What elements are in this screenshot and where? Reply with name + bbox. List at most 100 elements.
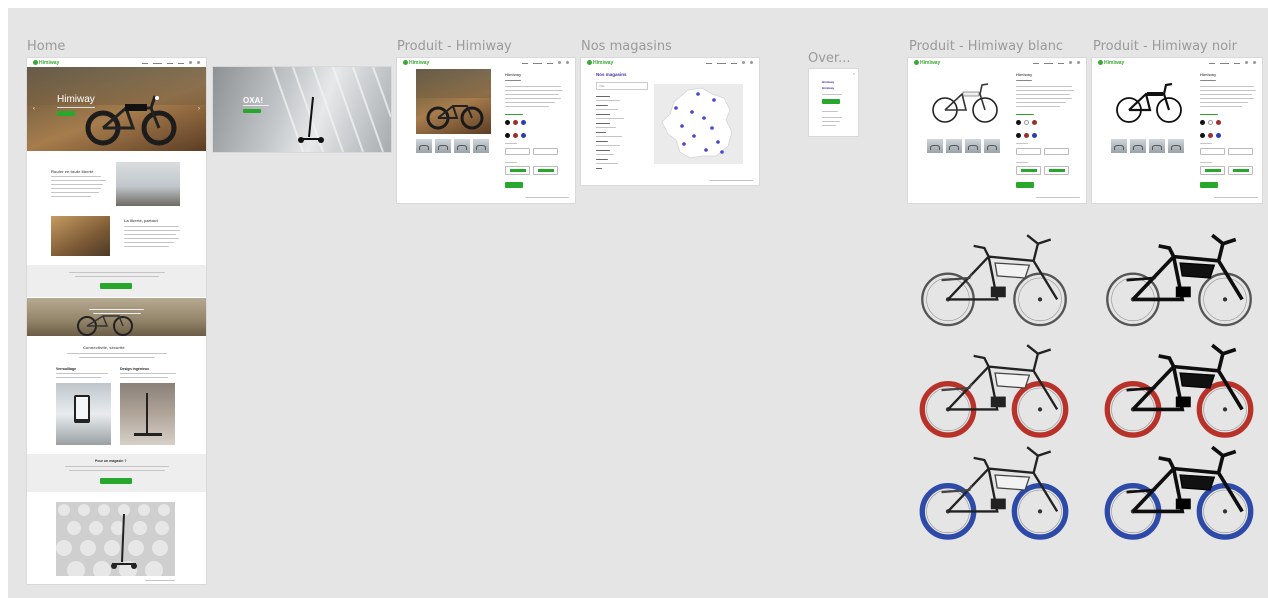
product-thumb[interactable] [454,139,470,153]
color-swatch-blue[interactable] [521,120,526,125]
quantity-option[interactable] [533,166,558,175]
close-icon[interactable]: × [853,71,855,76]
newsletter-band [27,265,206,297]
frame-produit[interactable]: Himiway ▬▬ ▬▬▬ ▬▬ Himiway [397,58,575,203]
product-thumb[interactable] [946,139,962,153]
color-swatch-red[interactable] [1216,120,1221,125]
city-search-input[interactable]: Ville [596,82,648,90]
bike-wheel-hub [1222,509,1228,514]
color-swatch-blue[interactable] [521,133,526,138]
bike-variant-black-2[interactable] [1103,440,1255,540]
france-map[interactable] [654,84,743,164]
color-swatch-black[interactable] [1200,120,1205,125]
frame-oxa[interactable]: OXA! [213,67,391,152]
color-swatch-black[interactable] [505,133,510,138]
cart-icon[interactable] [566,61,569,64]
cart-icon[interactable] [750,61,753,64]
frame-label-home[interactable]: Home [27,39,65,54]
color-swatch-blue[interactable] [1216,133,1221,138]
quantity-option[interactable] [1016,166,1041,175]
carousel-prev-icon[interactable]: ‹ [33,106,35,112]
color-swatch-red[interactable] [513,120,518,125]
quantity-option[interactable] [1228,166,1253,175]
product-thumb[interactable] [927,139,943,153]
color-swatch-red[interactable] [1024,133,1029,138]
brand-logo[interactable]: Himiway [587,60,613,66]
color-swatch-black[interactable] [1016,120,1021,125]
product-title: Himiway [1016,72,1033,77]
brand-logo[interactable]: Himiway [914,60,940,66]
add-to-cart-button[interactable] [1016,182,1034,188]
brand-logo[interactable]: Himiway [403,60,429,66]
product-thumb[interactable] [965,139,981,153]
search-icon[interactable] [1069,61,1072,64]
product-thumb[interactable] [1111,139,1127,153]
product-thumb[interactable] [473,139,489,153]
overlay-title: Himiway [822,86,835,90]
frame-label-magasins[interactable]: Nos magasins [581,39,672,54]
frame-magasins[interactable]: Himiway ▬▬ ▬▬▬ ▬▬ Nos magasins Ville [581,58,759,185]
frame-label-produit[interactable]: Produit - Himiway [397,39,512,54]
leaf-icon [587,60,592,65]
product-thumb[interactable] [435,139,451,153]
product-thumb[interactable] [1130,139,1146,153]
bike-variant-black-1[interactable] [1103,338,1255,438]
leaf-icon [914,60,919,65]
color-swatch-blue[interactable] [1032,133,1037,138]
cart-icon[interactable] [1253,61,1256,64]
color-swatch-white[interactable] [1024,120,1029,125]
size-option[interactable] [1044,148,1069,155]
brand-logo[interactable]: Himiway [1098,60,1124,66]
product-thumb[interactable] [1149,139,1165,153]
color-swatch-black[interactable] [1016,133,1021,138]
product-bike-image [426,105,484,130]
overlay-button[interactable] [822,99,840,104]
color-swatch-red[interactable] [1208,133,1213,138]
brand-logo[interactable]: Himiway [33,60,59,66]
stores-button[interactable] [100,478,132,484]
frame-home[interactable]: Himiway ▬▬ ▬▬▬ ▬▬ ▬▬ Himiway ‹ › Rouler en … [27,58,206,584]
color-swatch-red[interactable] [513,133,518,138]
product-thumb[interactable] [416,139,432,153]
search-icon[interactable] [1245,61,1248,64]
color-swatch-red[interactable] [1032,120,1037,125]
hero-cta-button[interactable] [57,111,75,116]
frame-overlay[interactable]: × Himiway Himiway [809,69,858,136]
feature2-title: Design ingénieux [120,367,149,371]
carousel-next-icon[interactable]: › [198,106,200,112]
color-swatch-black[interactable] [1200,133,1205,138]
color-swatch-white[interactable] [1208,120,1213,125]
size-option[interactable] [1016,148,1041,155]
oxa-cta-button[interactable] [243,109,261,113]
product-thumb[interactable] [1168,139,1184,153]
frame-produit-noir[interactable]: Himiway ▬▬ ▬▬▬ ▬▬ Himiway [1092,58,1262,203]
frame-produit-blanc[interactable]: Himiway ▬▬ ▬▬▬ ▬▬ Himiway [908,58,1086,203]
newsletter-button[interactable] [100,283,132,289]
frame-label-overlay[interactable]: Over... [808,51,850,66]
size-option[interactable] [533,148,558,155]
search-icon[interactable] [742,61,745,64]
product-thumb[interactable] [984,139,1000,153]
frame-label-produit-blanc[interactable]: Produit - Himiway blanc [909,39,1063,54]
add-to-cart-button[interactable] [1200,182,1218,188]
black-bike-image [1116,82,1182,123]
search-icon[interactable] [558,61,561,64]
bike-frame [1124,445,1244,514]
size-option[interactable] [505,148,530,155]
bike-variant-white-0[interactable] [918,228,1070,328]
color-swatch-black[interactable] [505,120,510,125]
frame-label-produit-noir[interactable]: Produit - Himiway noir [1093,39,1237,54]
size-option[interactable] [1200,148,1225,155]
bike-frame [1124,233,1244,302]
bike-variant-black-0[interactable] [1103,228,1255,328]
add-to-cart-button[interactable] [505,182,523,188]
bike-variant-white-2[interactable] [918,440,1070,540]
quantity-option[interactable] [505,166,530,175]
cart-icon[interactable] [197,61,200,64]
quantity-option[interactable] [1044,166,1069,175]
bike-variant-white-1[interactable] [918,338,1070,438]
size-option[interactable] [1228,148,1253,155]
cart-icon[interactable] [1077,61,1080,64]
quantity-option[interactable] [1200,166,1225,175]
search-icon[interactable] [189,61,192,64]
